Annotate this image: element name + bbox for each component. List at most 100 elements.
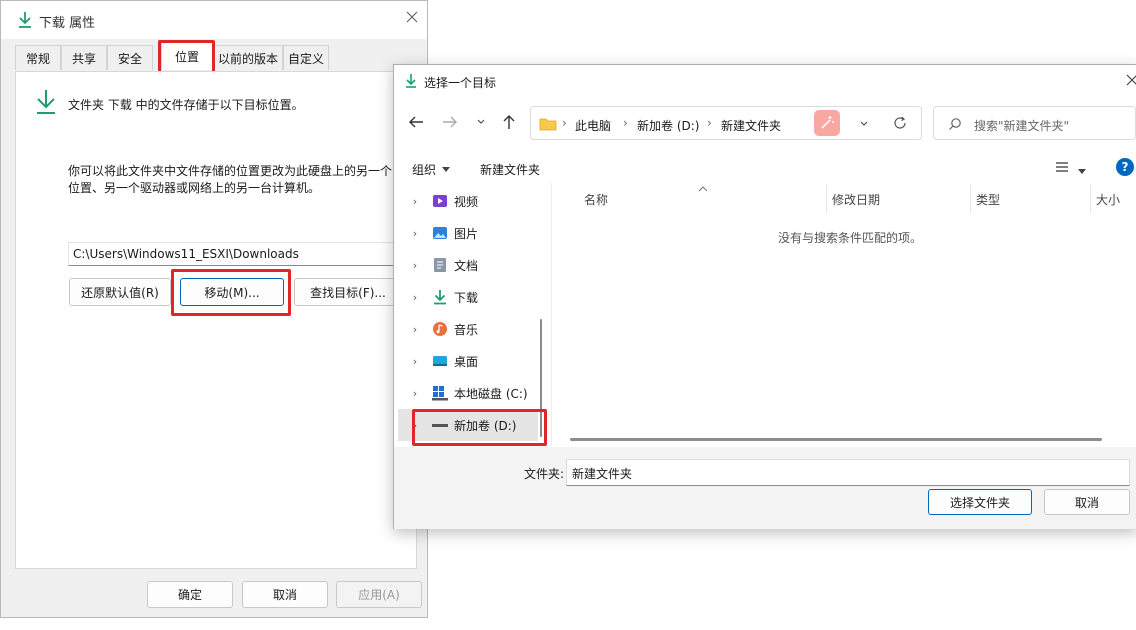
expand-chevron-icon[interactable]: › <box>408 355 422 368</box>
folder-name-value: 新建文件夹 <box>572 467 633 481</box>
column-header-name[interactable]: 名称 <box>584 183 608 215</box>
download-icon <box>17 11 33 32</box>
sort-ascending-icon <box>698 181 708 195</box>
info-text-line2: 位置、另一个驱动器或网络上的另一台计算机。 <box>68 181 321 195</box>
nav-item-local-disk-c[interactable]: › 本地磁盘 (C:) <box>408 377 538 409</box>
nav-scrollbar[interactable] <box>540 319 542 437</box>
music-folder-icon <box>432 321 448 337</box>
search-box[interactable]: 搜索"新建文件夹" <box>933 106 1136 140</box>
expand-chevron-icon[interactable]: › <box>408 323 422 336</box>
breadcrumb-new-folder[interactable]: 新建文件夹 <box>721 117 781 134</box>
apply-button[interactable]: 应用(A) <box>336 581 422 608</box>
expand-chevron-icon[interactable]: › <box>408 291 422 304</box>
column-header-size[interactable]: 大小 <box>1096 183 1120 215</box>
tab-security[interactable]: 安全 <box>107 45 153 70</box>
download-small-icon <box>404 73 418 92</box>
expand-chevron-icon[interactable]: › <box>408 195 422 208</box>
windows-drive-icon <box>432 385 448 401</box>
documents-folder-icon <box>432 257 448 273</box>
breadcrumb-drive-d[interactable]: 新加卷 (D:) <box>637 117 699 134</box>
up-arrow-icon[interactable] <box>502 114 516 133</box>
expand-chevron-icon[interactable]: › <box>408 387 422 400</box>
info-text-line1: 你可以将此文件夹中文件存储的位置更改为此硬盘上的另一个 <box>68 164 393 178</box>
pictures-folder-icon <box>432 225 448 241</box>
breadcrumb-separator-icon: › <box>623 116 628 130</box>
horizontal-scrollbar[interactable] <box>570 438 1102 441</box>
select-folder-button[interactable]: 选择文件夹 <box>928 489 1032 515</box>
location-panel: 文件夹 下载 中的文件存储于以下目标位置。 你可以将此文件夹中文件存储的位置更改… <box>15 71 417 569</box>
nav-item-label: 图片 <box>454 226 479 241</box>
download-folder-icon <box>432 289 448 305</box>
new-folder-button[interactable]: 新建文件夹 <box>480 161 540 178</box>
tab-general[interactable]: 常规 <box>15 45 61 70</box>
nav-item-videos[interactable]: › 视频 <box>408 185 538 217</box>
breadcrumb-separator-icon: › <box>562 116 567 130</box>
breadcrumb-this-pc[interactable]: 此电脑 <box>575 117 611 134</box>
expand-chevron-icon[interactable]: › <box>408 419 422 432</box>
command-bar: 组织 新建文件夹 ? <box>394 153 1136 183</box>
move-button[interactable]: 移动(M)... <box>180 278 284 306</box>
navigation-pane: › 视频 › 图片 › 文档 › 下载 › 音乐 › 桌面 › 本地磁盘 (C:… <box>394 185 551 447</box>
download-properties-dialog: 下载 属性 常规 共享 安全 位置 以前的版本 自定义 文件夹 下载 中的文件存… <box>0 0 428 618</box>
drive-icon <box>432 417 448 433</box>
download-large-icon <box>34 88 58 119</box>
help-icon[interactable]: ? <box>1116 158 1134 176</box>
cancel-button[interactable]: 取消 <box>242 581 328 608</box>
expand-chevron-icon[interactable]: › <box>408 259 422 272</box>
organize-label: 组织 <box>412 163 437 177</box>
breadcrumb-separator-icon: › <box>707 116 712 130</box>
search-icon <box>948 117 962 134</box>
chooser-cancel-button[interactable]: 取消 <box>1044 489 1130 515</box>
empty-message: 没有与搜索条件匹配的项。 <box>778 231 923 245</box>
tab-strip: 常规 共享 安全 位置 以前的版本 自定义 <box>15 42 415 73</box>
column-header-modified[interactable]: 修改日期 <box>832 183 880 215</box>
organize-menu[interactable]: 组织 <box>412 161 451 178</box>
ok-button[interactable]: 确定 <box>147 581 233 608</box>
back-arrow-icon[interactable] <box>408 115 424 132</box>
tab-previous-versions[interactable]: 以前的版本 <box>213 45 283 70</box>
expand-chevron-icon[interactable]: › <box>408 227 422 240</box>
view-menu-icon[interactable] <box>1055 161 1069 176</box>
nav-item-new-volume-d[interactable]: › 新加卷 (D:) <box>398 409 538 441</box>
file-list <box>551 183 1136 447</box>
refresh-icon[interactable] <box>893 116 907 133</box>
chooser-close-icon[interactable] <box>1126 73 1136 90</box>
props-titlebar: 下载 属性 <box>1 1 427 39</box>
nav-item-pictures[interactable]: › 图片 <box>408 217 538 249</box>
nav-item-downloads[interactable]: › 下载 <box>408 281 538 313</box>
address-bar[interactable]: › 此电脑 › 新加卷 (D:) › 新建文件夹 <box>530 106 922 140</box>
find-target-button[interactable]: 查找目标(F)... <box>294 278 402 306</box>
nav-item-label: 新加卷 (D:) <box>454 418 517 433</box>
magic-wand-icon[interactable] <box>814 110 840 136</box>
choose-destination-dialog: 选择一个目标 › 此电脑 › 新加卷 (D:) › 新建文件夹 搜索"新建文件夹… <box>393 64 1136 529</box>
nav-item-label: 文档 <box>454 258 479 273</box>
folder-icon <box>539 117 557 134</box>
column-divider <box>970 185 971 213</box>
folder-field-label: 文件夹: <box>524 467 565 481</box>
location-description: 文件夹 下载 中的文件存储于以下目标位置。 <box>68 98 304 112</box>
tab-sharing[interactable]: 共享 <box>61 45 107 70</box>
path-value: C:\Users\Windows11_ESXI\Downloads <box>73 247 299 261</box>
nav-item-music[interactable]: › 音乐 <box>408 313 538 345</box>
restore-default-button[interactable]: 还原默认值(R) <box>69 278 171 306</box>
nav-item-documents[interactable]: › 文档 <box>408 249 538 281</box>
dialog-footer: 文件夹: 新建文件夹 选择文件夹 取消 <box>394 447 1136 529</box>
nav-item-label: 音乐 <box>454 322 479 337</box>
nav-item-label: 桌面 <box>454 354 479 369</box>
nav-item-desktop[interactable]: › 桌面 <box>408 345 538 377</box>
nav-item-label: 视频 <box>454 194 479 209</box>
path-input[interactable]: C:\Users\Windows11_ESXI\Downloads <box>68 242 408 266</box>
desktop-folder-icon <box>432 353 448 369</box>
view-caret-icon[interactable] <box>1078 164 1086 178</box>
address-dropdown-chevron-icon[interactable] <box>859 118 869 132</box>
recent-locations-chevron-icon[interactable] <box>476 116 486 130</box>
organize-caret-icon <box>442 166 451 172</box>
column-header-type[interactable]: 类型 <box>976 183 1000 215</box>
tab-customize[interactable]: 自定义 <box>283 45 329 70</box>
tab-location[interactable]: 位置 <box>161 42 213 70</box>
nav-item-label: 本地磁盘 (C:) <box>454 386 528 401</box>
folder-name-input[interactable]: 新建文件夹 <box>566 459 1130 486</box>
forward-arrow-icon[interactable] <box>442 115 458 132</box>
close-icon[interactable] <box>405 10 419 27</box>
column-divider <box>1090 185 1091 213</box>
